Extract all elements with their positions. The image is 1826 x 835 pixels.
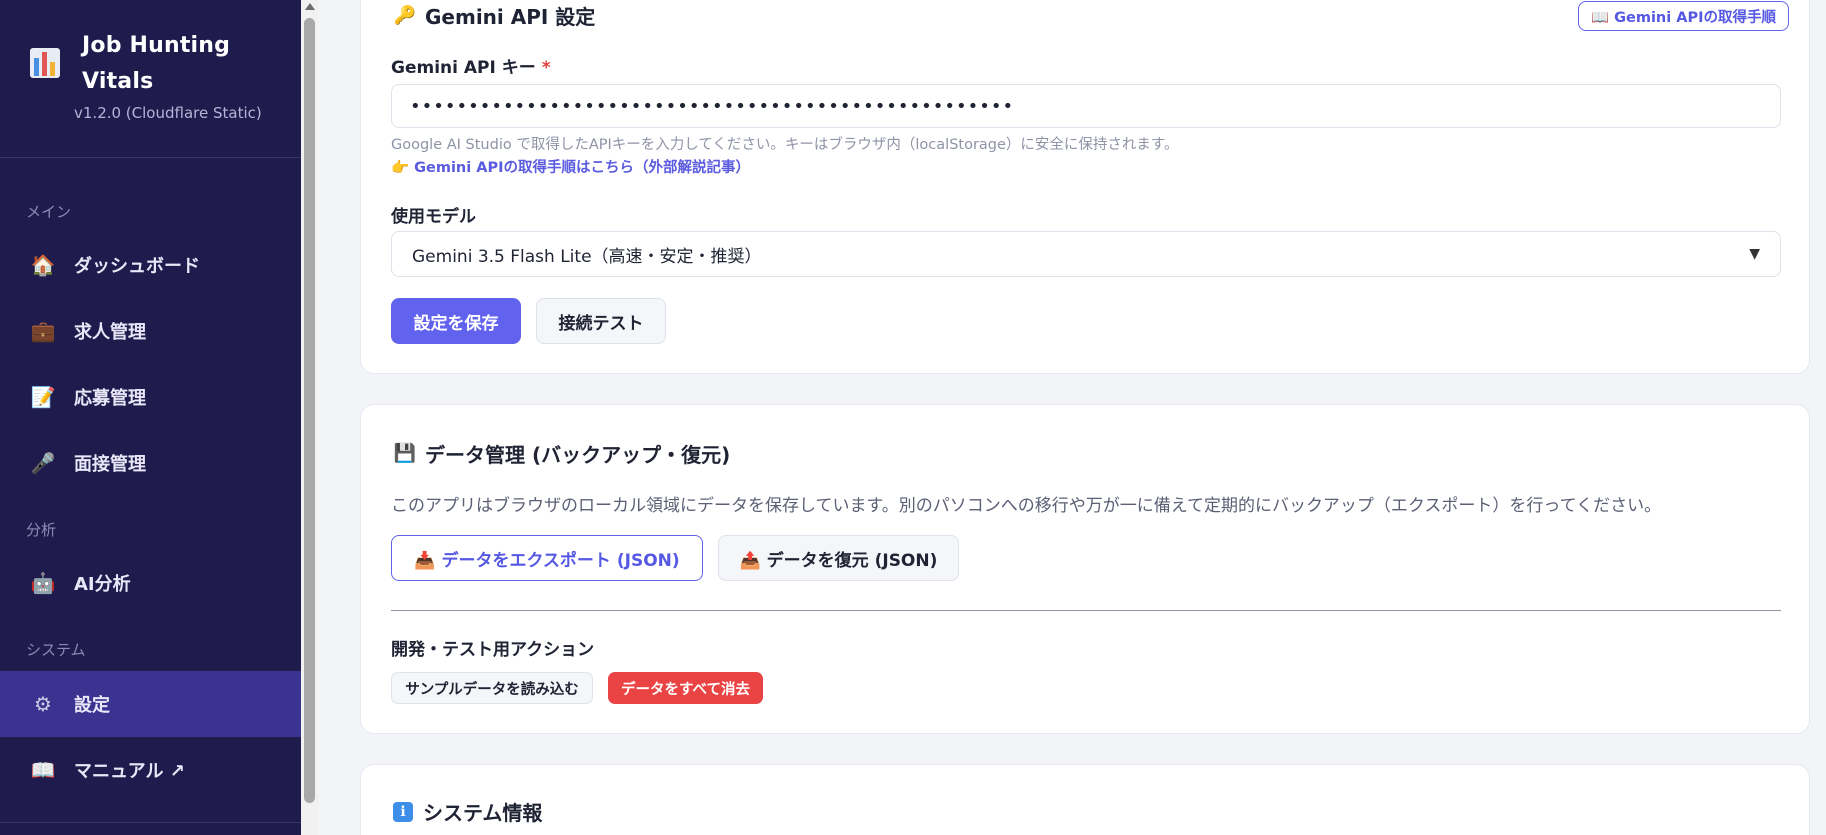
nav-section-system: システム	[26, 641, 86, 659]
nav-section-main: メイン	[26, 203, 72, 221]
data-card-title: 💾 データ管理 (バックアップ・復元)	[393, 439, 730, 468]
sidebar-item-settings[interactable]: ⚙ 設定	[0, 671, 301, 737]
sidebar-item-label: マニュアル ↗	[74, 761, 185, 782]
scroll-thumb[interactable]	[304, 18, 315, 803]
sidebar-item-label: 設定	[74, 695, 110, 716]
sidebar-item-label: AI分析	[74, 574, 131, 595]
key-icon: 🔑	[393, 5, 417, 26]
sidebar-item-label: 求人管理	[74, 322, 146, 343]
app-title: Job Hunting Vitals	[82, 33, 231, 94]
sidebar: Job Hunting Vitals v1.2.0 (Cloudflare St…	[0, 0, 301, 835]
sidebar-item-interviews[interactable]: 🎤 面接管理	[0, 430, 301, 496]
system-info-card: ℹ システム情報	[360, 764, 1810, 835]
required-mark: *	[541, 58, 551, 78]
gemini-guide-button[interactable]: 📖 Gemini APIの取得手順	[1578, 1, 1790, 31]
brand: Job Hunting Vitals v1.2.0 (Cloudflare St…	[0, 0, 301, 158]
gear-icon: ⚙	[34, 692, 52, 716]
save-settings-button[interactable]: 設定を保存	[391, 298, 521, 344]
app-version: v1.2.0 (Cloudflare Static)	[74, 104, 262, 122]
floppy-disk-icon: 💾	[393, 443, 417, 464]
sidebar-divider	[0, 822, 301, 823]
sidebar-item-manual[interactable]: 📖 マニュアル ↗	[0, 737, 301, 803]
scrollbar[interactable]	[301, 0, 318, 835]
model-label: 使用モデル	[391, 207, 476, 227]
briefcase-icon: 💼	[30, 319, 56, 343]
sysinfo-title-text: システム情報	[423, 801, 543, 825]
info-icon: ℹ	[393, 801, 413, 822]
chevron-down-icon: ▼	[1749, 246, 1760, 262]
scroll-up-arrow-icon[interactable]	[305, 3, 315, 10]
gemini-title-text: Gemini API 設定	[425, 5, 596, 29]
sidebar-item-jobs[interactable]: 💼 求人管理	[0, 298, 301, 364]
api-key-label-text: Gemini API キー	[391, 58, 536, 78]
export-json-button[interactable]: 📥 データをエクスポート (JSON)	[391, 535, 703, 581]
data-description: このアプリはブラウザのローカル領域にデータを保存しています。別のパソコンへの移行…	[391, 496, 1662, 516]
gemini-card-title: 🔑 Gemini API 設定	[393, 1, 596, 30]
bar-chart-icon	[30, 48, 60, 78]
load-sample-data-button[interactable]: サンプルデータを読み込む	[391, 672, 593, 704]
model-selected-value: Gemini 3.5 Flash Lite（高速・安定・推奨）	[412, 246, 762, 267]
memo-icon: 📝	[30, 385, 56, 409]
data-management-card: 💾 データ管理 (バックアップ・復元) このアプリはブラウザのローカル領域にデー…	[360, 404, 1810, 734]
api-key-label: Gemini API キー *	[391, 53, 551, 78]
api-guide-link[interactable]: 👉 Gemini APIの取得手順はこちら（外部解説記事）	[391, 156, 750, 177]
robot-icon: 🤖	[30, 571, 56, 595]
section-divider	[391, 610, 1781, 611]
restore-json-button[interactable]: 📤 データを復元 (JSON)	[718, 535, 959, 581]
clear-all-data-button[interactable]: データをすべて消去	[608, 672, 763, 704]
home-icon: 🏠	[30, 253, 56, 277]
sidebar-item-applications[interactable]: 📝 応募管理	[0, 364, 301, 430]
model-select[interactable]: Gemini 3.5 Flash Lite（高速・安定・推奨） ▼	[391, 231, 1781, 277]
gemini-settings-card: 🔑 Gemini API 設定 📖 Gemini APIの取得手順 Gemini…	[360, 0, 1810, 374]
sidebar-item-label: ダッシュボード	[74, 256, 200, 277]
sidebar-item-label: 面接管理	[74, 454, 146, 475]
nav-section-analysis: 分析	[26, 521, 57, 539]
sidebar-item-dashboard[interactable]: 🏠 ダッシュボード	[0, 232, 301, 298]
sidebar-item-ai[interactable]: 🤖 AI分析	[0, 550, 301, 616]
api-key-help-text: Google AI Studio で取得したAPIキーを入力してください。キーは…	[391, 137, 1179, 153]
book-icon: 📖	[30, 758, 56, 782]
microphone-icon: 🎤	[30, 451, 56, 475]
dev-actions-title: 開発・テスト用アクション	[391, 640, 595, 660]
connection-test-button[interactable]: 接続テスト	[536, 298, 666, 344]
sysinfo-card-title: ℹ システム情報	[393, 797, 542, 826]
sidebar-item-label: 応募管理	[74, 388, 146, 409]
data-title-text: データ管理 (バックアップ・復元)	[425, 443, 731, 467]
api-key-input[interactable]: ••••••••••••••••••••••••••••••••••••••••…	[391, 84, 1781, 128]
